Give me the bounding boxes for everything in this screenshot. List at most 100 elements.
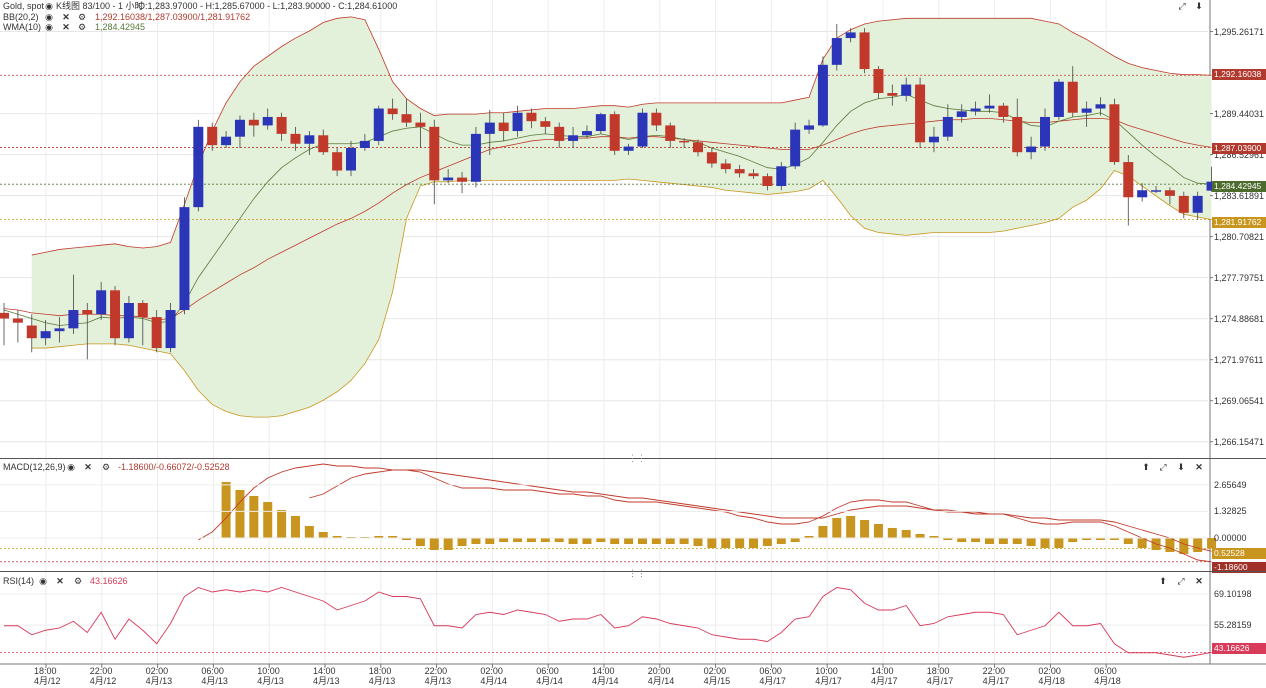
bb-eye-icon[interactable]: ◉ bbox=[44, 12, 54, 22]
candle-body bbox=[637, 112, 648, 147]
candle-body bbox=[179, 207, 190, 311]
macd-histogram-bar bbox=[790, 538, 800, 542]
rsi-move-up-icon[interactable]: ⬆ bbox=[1158, 576, 1168, 586]
macd-histogram-bar bbox=[1179, 538, 1189, 554]
macd-histogram-bar bbox=[610, 538, 620, 544]
candle-body bbox=[1178, 195, 1189, 213]
move-down-icon[interactable]: ⬇ bbox=[1194, 1, 1204, 11]
date-tick-label: 4月/17 bbox=[815, 676, 842, 686]
chart-info: K线图 83/100 - 1 小时 bbox=[56, 1, 144, 11]
macd-histogram-bar bbox=[624, 538, 634, 544]
macd-histogram-bar bbox=[901, 530, 911, 538]
drag-handle-icon[interactable]: ⋮⋮ bbox=[628, 568, 646, 579]
macd-histogram-bar bbox=[471, 538, 481, 544]
macd-gear-icon[interactable]: ⚙ bbox=[101, 462, 111, 472]
bb-upper-badge: 1,292.16038 bbox=[1212, 69, 1266, 80]
candle-body bbox=[887, 93, 898, 96]
macd-move-up-icon[interactable]: ⬆ bbox=[1141, 462, 1151, 472]
macd-histogram-bar bbox=[290, 516, 300, 538]
macd-histogram-bar bbox=[235, 490, 245, 538]
macd-eye-icon[interactable]: ◉ bbox=[66, 462, 76, 472]
candle-body bbox=[1151, 190, 1162, 192]
candle-body bbox=[68, 310, 79, 329]
candle-body bbox=[581, 131, 592, 136]
candle-body bbox=[387, 108, 398, 115]
candle-body bbox=[221, 136, 232, 146]
rsi-tick-label: 55.28159 bbox=[1214, 620, 1252, 631]
wma-value: 1,284.42945 bbox=[95, 22, 146, 32]
macd-expand-icon[interactable]: ⤢ bbox=[1158, 462, 1168, 472]
macd-histogram-bar bbox=[998, 538, 1008, 544]
candle-body bbox=[1109, 104, 1120, 163]
candle-body bbox=[901, 84, 912, 96]
date-tick-label: 4月/17 bbox=[926, 676, 954, 686]
candle-body bbox=[332, 152, 343, 171]
date-tick-label: 4月/14 bbox=[592, 676, 619, 686]
macd-close-icon[interactable]: ✕ bbox=[83, 462, 93, 472]
candle-body bbox=[915, 84, 926, 143]
wma-gear-icon[interactable]: ⚙ bbox=[77, 22, 87, 32]
bb-gear-icon[interactable]: ⚙ bbox=[77, 12, 87, 22]
macd-histogram-bar bbox=[971, 538, 981, 542]
macd-histogram-bar bbox=[221, 482, 231, 538]
drag-handle-icon[interactable]: ⋮⋮ bbox=[628, 453, 646, 464]
price-tick-label: 1,289.44031 bbox=[1214, 108, 1265, 119]
rsi-gear-icon[interactable]: ⚙ bbox=[73, 576, 83, 586]
macd-histogram-bar bbox=[457, 538, 467, 546]
candle-body bbox=[304, 135, 315, 144]
rsi-expand-icon[interactable]: ⤢ bbox=[1176, 576, 1186, 586]
candle-body bbox=[0, 312, 9, 319]
candle-body bbox=[845, 32, 856, 39]
wma-eye-icon[interactable]: ◉ bbox=[44, 22, 54, 32]
candle-body bbox=[443, 177, 454, 181]
expand-icon[interactable]: ⤢ bbox=[1177, 1, 1187, 11]
price-tick-label: 1,283.61891 bbox=[1214, 190, 1265, 201]
macd-histogram-bar bbox=[887, 528, 897, 538]
macd-tick-label: 2.65649 bbox=[1214, 479, 1247, 490]
candle-body bbox=[1095, 104, 1106, 109]
candle-body bbox=[526, 112, 537, 122]
macd-histogram-bar bbox=[499, 538, 509, 542]
rsi-eye-icon[interactable]: ◉ bbox=[38, 576, 48, 586]
macd-histogram-bar bbox=[776, 538, 786, 544]
macd-histogram-bar bbox=[651, 538, 661, 544]
candle-body bbox=[40, 331, 51, 339]
rsi-remove-icon[interactable]: ✕ bbox=[1194, 576, 1204, 586]
macd-histogram-bar bbox=[526, 538, 536, 542]
candle-body bbox=[1123, 162, 1134, 198]
date-tick-label: 4月/14 bbox=[536, 676, 563, 686]
candle-body bbox=[498, 122, 509, 132]
date-tick-label: 4月/13 bbox=[313, 676, 340, 686]
rsi-close-icon[interactable]: ✕ bbox=[55, 576, 65, 586]
macd-histogram-bar bbox=[513, 538, 523, 542]
candle-body bbox=[123, 302, 134, 339]
price-tick-label: 1,266.15471 bbox=[1214, 436, 1265, 447]
macd-histogram-bar bbox=[1040, 538, 1050, 548]
chart-canvas bbox=[0, 0, 1266, 668]
macd-histogram-bar bbox=[568, 538, 578, 544]
candle-body bbox=[1067, 81, 1078, 113]
macd-histogram-bar bbox=[637, 538, 647, 544]
macd-histogram-bar bbox=[1123, 538, 1133, 544]
candle-body bbox=[623, 146, 634, 151]
wma-close-icon[interactable]: ✕ bbox=[61, 22, 71, 32]
macd-move-down-icon[interactable]: ⬇ bbox=[1176, 462, 1186, 472]
macd-remove-icon[interactable]: ✕ bbox=[1194, 462, 1204, 472]
date-tick-label: 4月/12 bbox=[89, 676, 117, 686]
candle-body bbox=[457, 177, 468, 182]
macd-histogram-bar bbox=[582, 538, 592, 544]
candle-body bbox=[151, 317, 162, 349]
macd-histogram-bar bbox=[762, 538, 772, 546]
eye-icon[interactable]: ◉ bbox=[44, 1, 54, 11]
rsi-line bbox=[4, 587, 1212, 658]
rsi-badge: 43.16626 bbox=[1212, 643, 1266, 654]
macd-histogram-bar bbox=[540, 538, 550, 542]
bb-close-icon[interactable]: ✕ bbox=[61, 12, 71, 22]
candle-body bbox=[110, 290, 121, 339]
macd-histogram-bar bbox=[693, 538, 703, 546]
candle-body bbox=[998, 105, 1009, 117]
candle-body bbox=[776, 166, 787, 187]
candle-body bbox=[1192, 195, 1203, 213]
candle-body bbox=[984, 105, 995, 109]
macd-histogram-bar bbox=[1012, 538, 1022, 544]
